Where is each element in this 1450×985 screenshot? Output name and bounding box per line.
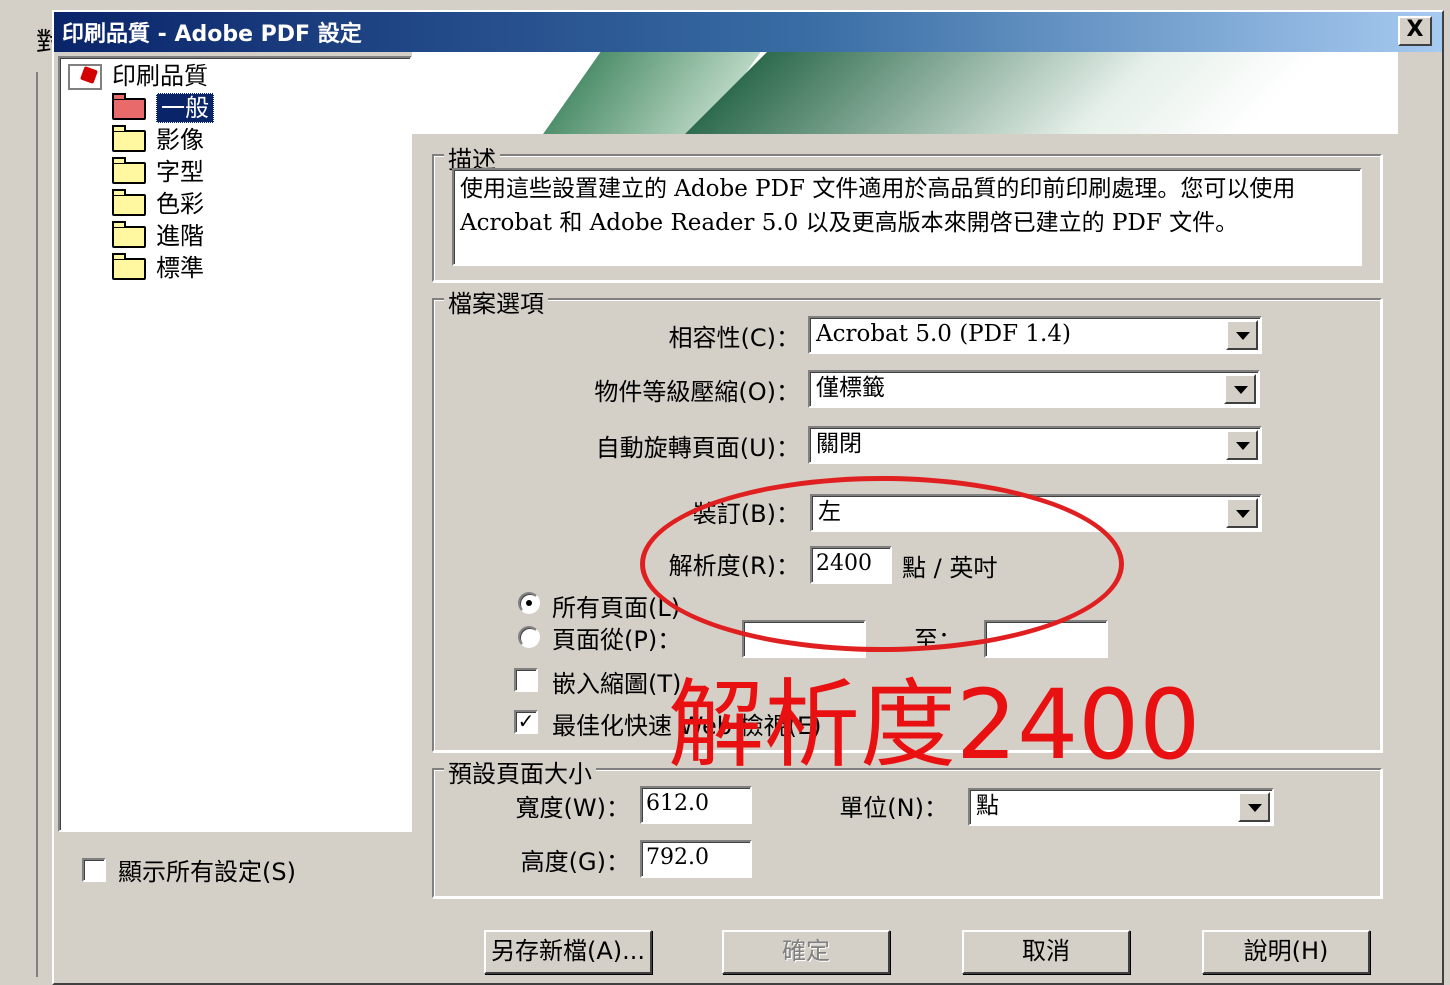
highlight-ellipse (640, 476, 1124, 652)
background-window-edge (36, 72, 38, 977)
height-input[interactable]: 792.0 (640, 840, 752, 878)
folder-icon (112, 189, 146, 216)
pdf-settings-icon (68, 64, 102, 90)
folder-icon (112, 253, 146, 280)
tree-root[interactable]: 印刷品質 (68, 60, 208, 92)
chevron-down-icon[interactable] (1238, 792, 1270, 822)
annotation-text: 解析度2400 (668, 669, 1201, 781)
width-input[interactable]: 612.0 (640, 786, 752, 824)
tree-item-label: 一般 (156, 93, 214, 123)
tree-item-color[interactable]: 色彩 (112, 188, 204, 220)
fast-web-view-checkbox[interactable]: ✓ (514, 710, 538, 734)
unit-value: 點 (976, 793, 999, 819)
tree-root-label: 印刷品質 (112, 62, 208, 90)
folder-icon (112, 221, 146, 248)
compatibility-value: Acrobat 5.0 (PDF 1.4) (816, 321, 1071, 347)
object-compression-value: 僅標籤 (816, 375, 885, 401)
width-label: 寬度(W)： (515, 794, 630, 822)
tree-item-advanced[interactable]: 進階 (112, 220, 204, 252)
object-compression-select[interactable]: 僅標籤 (808, 370, 1260, 408)
settings-tree[interactable]: 印刷品質 一般 影像 字型 色彩 進階 標準 (58, 56, 412, 832)
tree-item-general[interactable]: 一般 (112, 92, 214, 124)
chevron-down-icon[interactable] (1226, 498, 1258, 528)
tree-item-label: 進階 (156, 222, 204, 250)
save-as-button[interactable]: 另存新檔(A)... (484, 930, 652, 974)
height-label: 高度(G)： (520, 848, 630, 876)
tree-item-label: 標準 (156, 254, 204, 282)
folder-icon (112, 125, 146, 152)
tree-item-images[interactable]: 影像 (112, 124, 204, 156)
embed-thumbnails-checkbox[interactable] (514, 668, 538, 692)
tree-item-fonts[interactable]: 字型 (112, 156, 204, 188)
tree-item-label: 影像 (156, 126, 204, 154)
folder-icon (112, 157, 146, 184)
compatibility-label: 相容性(C)： (668, 324, 800, 352)
embed-thumbnails-label: 嵌入縮圖(T) (552, 670, 682, 698)
page-range-label: 頁面從(P)： (552, 626, 682, 654)
tree-item-label: 色彩 (156, 190, 204, 218)
cancel-button[interactable]: 取消 (962, 930, 1130, 974)
file-options-group-title: 檔案選項 (444, 284, 548, 319)
page-size-group-title: 預設頁面大小 (444, 754, 596, 789)
dialog-title: 印刷品質 - Adobe PDF 設定 (62, 22, 362, 47)
chevron-down-icon[interactable] (1224, 374, 1256, 404)
unit-label: 單位(N)： (839, 794, 948, 822)
description-text: 使用這些設置建立的 Adobe PDF 文件適用於高品質的印前印刷處理。您可以使… (452, 168, 1362, 266)
help-button[interactable]: 說明(H) (1202, 930, 1370, 974)
page-range-radio[interactable] (518, 626, 540, 648)
tree-item-standards[interactable]: 標準 (112, 252, 204, 284)
banner-graphic (412, 52, 1398, 134)
folder-open-icon (112, 93, 146, 120)
compatibility-select[interactable]: Acrobat 5.0 (PDF 1.4) (808, 316, 1262, 354)
chevron-down-icon[interactable] (1226, 320, 1258, 350)
object-compression-label: 物件等級壓縮(O)： (594, 378, 800, 406)
show-all-settings-label: 顯示所有設定(S) (118, 858, 296, 886)
tree-item-label: 字型 (156, 158, 204, 186)
close-button[interactable]: X (1398, 16, 1432, 46)
auto-rotate-label: 自動旋轉頁面(U)： (595, 434, 800, 462)
auto-rotate-select[interactable]: 關閉 (808, 426, 1262, 464)
show-all-settings-checkbox[interactable] (82, 858, 106, 882)
ok-button[interactable]: 確定 (722, 930, 890, 974)
chevron-down-icon[interactable] (1226, 430, 1258, 460)
unit-select[interactable]: 點 (968, 788, 1274, 826)
auto-rotate-value: 關閉 (816, 431, 862, 457)
all-pages-radio[interactable] (518, 592, 540, 614)
